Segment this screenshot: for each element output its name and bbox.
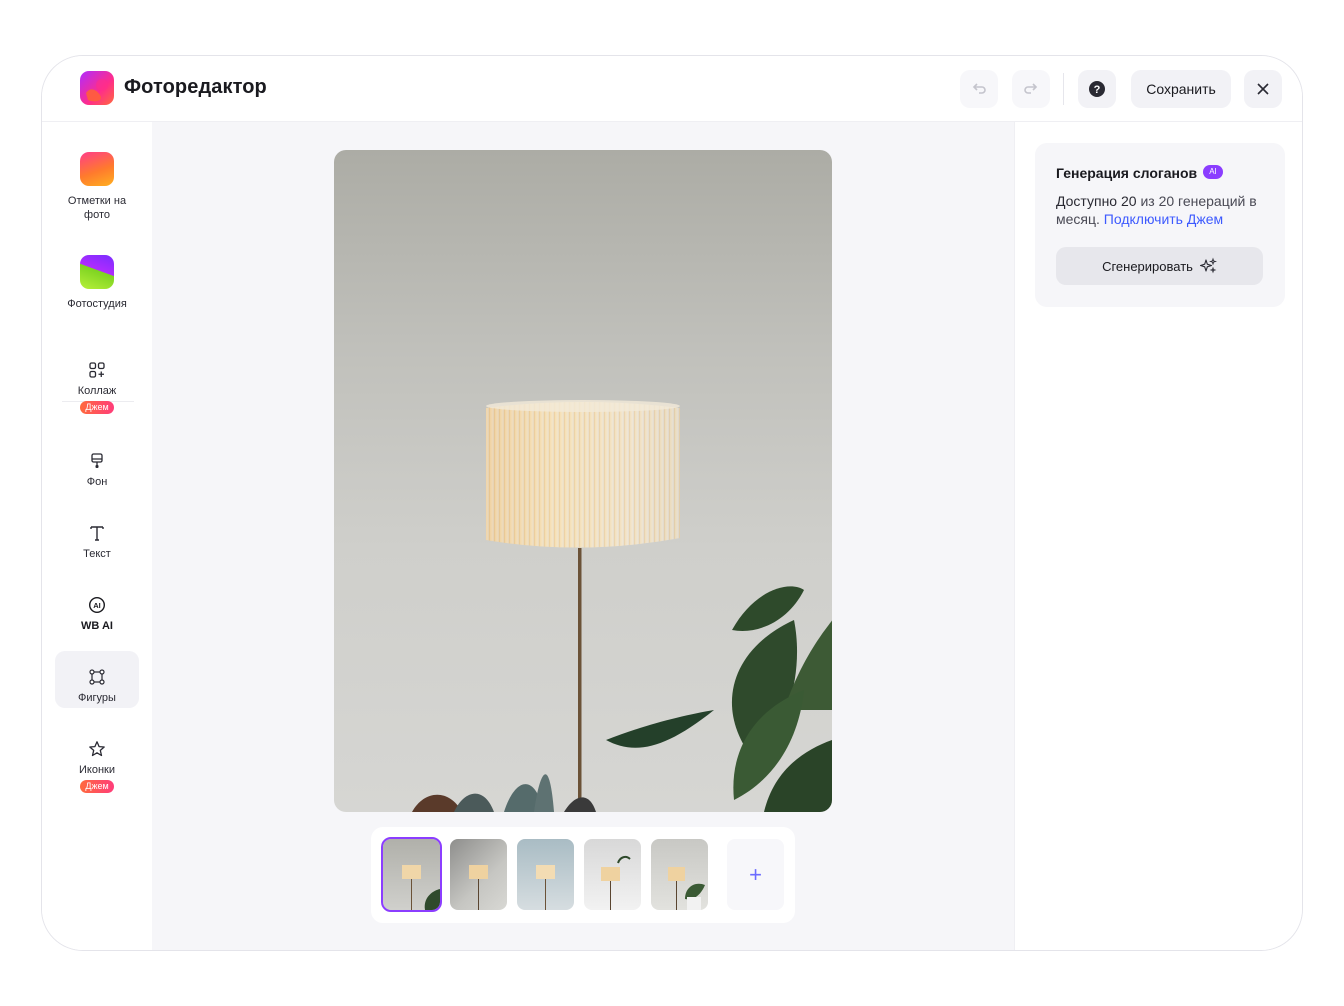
thumbnail-image [469,865,488,910]
text-icon [90,526,104,541]
star-icon [89,741,105,757]
canvas-area: + [152,122,1014,950]
sidebar-item-label: Текст [83,548,111,560]
photo-tags-icon [80,152,114,186]
right-panel: Генерация слоганов AI Доступно 20 из 20 … [1014,122,1302,950]
undo-icon [972,83,986,94]
sidebar-item-background[interactable]: Фон [54,452,140,489]
sidebar-item-photo-tags[interactable]: Отметки на фото [54,152,140,222]
thumbnail[interactable] [381,837,442,912]
sidebar-item-shapes[interactable]: Фигуры [54,668,140,705]
photostudio-icon [80,255,114,289]
sidebar-item-label: Фон [86,476,108,488]
quota-value: 20 [1120,193,1137,209]
collage-icon [89,362,105,378]
sidebar-item-photostudio[interactable]: Фотостудия [54,255,140,311]
header: Фоторедактор ? Сохранить [42,56,1302,122]
app-title: Фоторедактор [124,76,267,98]
generate-button[interactable]: Сгенерировать [1056,247,1263,285]
svg-text:?: ? [1094,84,1101,96]
jam-badge: Джем [80,401,114,414]
shapes-icon [89,669,105,685]
main-photo[interactable] [334,150,832,812]
save-button[interactable]: Сохранить [1131,70,1231,108]
thumbnail[interactable] [651,839,708,910]
sidebar-item-wb-ai[interactable]: AI WB AI [54,596,140,633]
card-title: Генерация слоганов [1056,165,1198,181]
thumbnail-image [536,865,555,910]
thumbnail-image [402,865,440,910]
close-button[interactable] [1244,70,1282,108]
redo-button[interactable] [1012,70,1050,108]
subscribe-link[interactable]: Подключить Джем [1104,211,1223,227]
sidebar-item-label: Коллаж [77,385,117,397]
sidebar-item-label: Иконки [79,764,115,776]
slogan-generation-card: Генерация слоганов AI Доступно 20 из 20 … [1035,143,1285,307]
sidebar-item-label: Фигуры [78,692,116,704]
thumbnail[interactable] [517,839,574,910]
redo-icon [1024,83,1038,94]
sidebar-item-icons[interactable]: Иконки Джем [54,740,140,793]
undo-button[interactable] [960,70,998,108]
thumbnail-image [601,855,631,910]
lamp-photo-illustration [412,400,832,812]
jam-badge: Джем [80,780,114,793]
app-logo [80,71,114,105]
sidebar-item-collage[interactable]: Коллаж Джем [54,361,140,414]
sidebar-item-label: WB AI [81,620,113,632]
thumbnail[interactable] [450,839,507,910]
sidebar-item-label: Отметки на фото [67,195,127,221]
sparkle-icon [1199,257,1217,274]
thumbnail-image [668,867,705,910]
photo-editor-window: Фоторедактор ? Сохранить Отметки на фото… [41,55,1303,951]
add-image-button[interactable]: + [727,839,784,910]
brush-icon [91,453,103,468]
close-icon [1257,83,1269,95]
svg-text:AI: AI [93,601,101,610]
quota-prefix: Доступно [1056,193,1118,209]
sidebar-item-text[interactable]: Текст [54,524,140,561]
thumbnail-strip: + [371,827,795,923]
quota-text: Доступно 20 из 20 генераций в месяц. Под… [1056,192,1271,228]
tools-sidebar: Отметки на фото Фотостудия Коллаж Джем Ф… [42,122,152,950]
header-divider [1063,73,1064,105]
generate-label: Сгенерировать [1102,258,1193,274]
sidebar-item-label: Фотостудия [67,298,127,310]
ai-icon: AI [88,596,106,614]
help-button[interactable]: ? [1078,70,1116,108]
help-icon: ? [1089,81,1105,97]
ai-badge: AI [1203,165,1223,179]
thumbnail[interactable] [584,839,641,910]
